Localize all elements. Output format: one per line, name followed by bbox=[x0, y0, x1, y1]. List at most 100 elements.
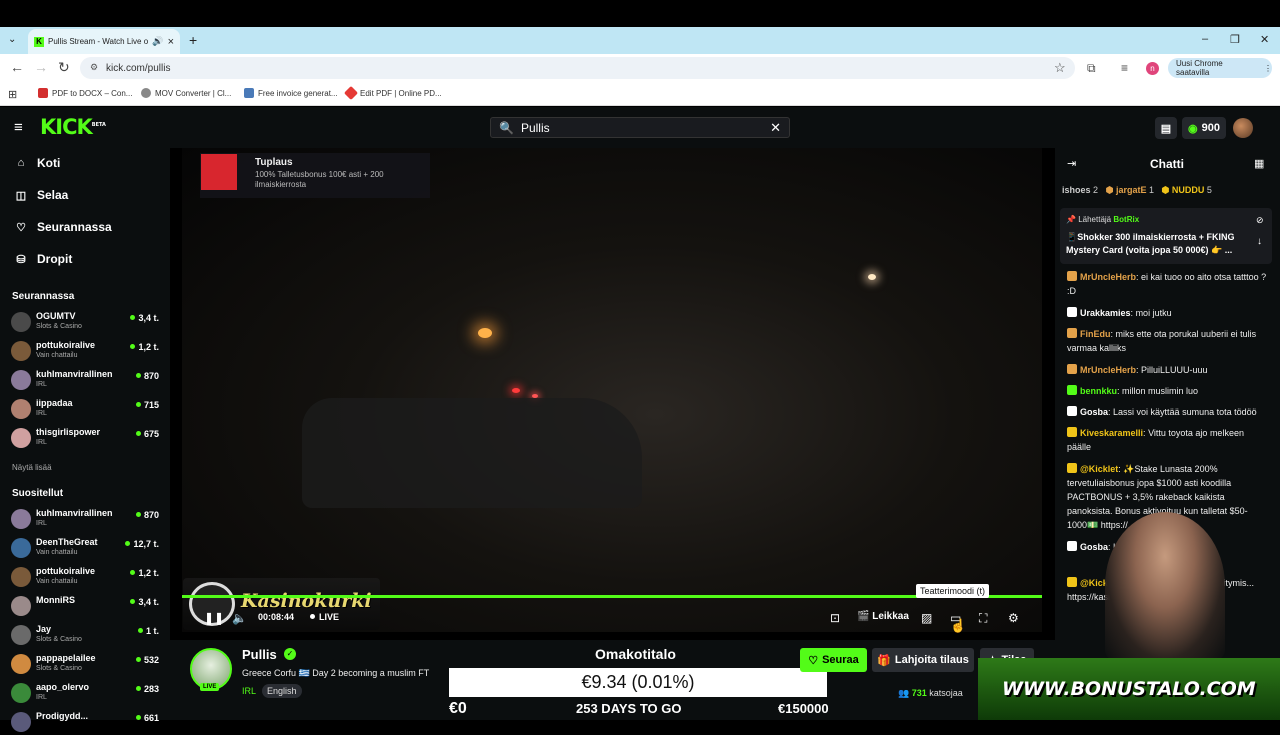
clip-button[interactable]: 🎬 Leikkaa bbox=[857, 611, 909, 622]
nav-browse[interactable]: ◫ Selaa bbox=[15, 188, 69, 202]
chat-username[interactable]: Gosba bbox=[1080, 542, 1108, 552]
chat-users-icon[interactable]: ▦ bbox=[1254, 157, 1264, 170]
channel-item[interactable]: OGUMTV Slots & Casino 3,4 t. bbox=[11, 309, 161, 335]
ad-banner[interactable]: Tuplaus 100% Talletusbonus 100€ asti + 2… bbox=[200, 153, 430, 198]
chat-message[interactable]: MrUncleHerb: PilluiLLUUU-uuu bbox=[1067, 363, 1267, 377]
nav-home[interactable]: ⌂ Koti bbox=[15, 156, 61, 170]
apps-icon[interactable]: ⊞ bbox=[8, 88, 17, 101]
badge-icon bbox=[1067, 271, 1077, 281]
channel-viewers: 12,7 t. bbox=[125, 539, 159, 549]
channel-item[interactable]: iippadaa IRL 715 bbox=[11, 396, 161, 422]
user-avatar[interactable] bbox=[1233, 118, 1253, 138]
channel-name: MonniRS bbox=[36, 595, 75, 605]
forward-icon[interactable]: → bbox=[34, 59, 48, 75]
video-player[interactable] bbox=[182, 148, 1042, 632]
chat-message[interactable]: Urakkamies: moi jutku bbox=[1067, 306, 1267, 320]
chat-message[interactable]: MrUncleHerb: ei kai tuoo oo aito otsa ta… bbox=[1067, 270, 1267, 298]
bookmark-4[interactable]: Edit PDF | Online PD... bbox=[343, 85, 442, 101]
back-icon[interactable]: ← bbox=[10, 59, 24, 75]
profile-avatar[interactable]: n bbox=[1146, 62, 1159, 75]
bookmark-2[interactable]: MOV Converter | Cl... bbox=[141, 88, 231, 98]
chat-username[interactable]: MrUncleHerb bbox=[1080, 272, 1136, 282]
channel-name: aapo_olervo bbox=[36, 682, 90, 692]
chat-message[interactable]: bennkku: millon muslimin luo bbox=[1067, 384, 1267, 398]
streamer-name[interactable]: Pullis bbox=[242, 647, 277, 662]
channel-item[interactable]: pottukoiralive Vain chattailu 1,2 t. bbox=[11, 338, 161, 364]
unpin-icon[interactable]: ⊘ bbox=[1256, 215, 1264, 226]
bookmark-star-icon[interactable]: ☆ bbox=[1054, 60, 1066, 76]
nav-following[interactable]: ♡ Seurannassa bbox=[15, 220, 112, 234]
clear-search-icon[interactable]: ✕ bbox=[770, 120, 781, 136]
chat-username[interactable]: Gosba bbox=[1080, 407, 1108, 417]
chat-username[interactable]: FinEdu bbox=[1080, 329, 1111, 339]
settings-gear-icon[interactable]: ⚙ bbox=[1008, 611, 1019, 625]
close-window-icon[interactable]: ✕ bbox=[1260, 33, 1269, 46]
pause-icon[interactable]: ❚❚ bbox=[204, 611, 224, 625]
follow-button[interactable]: ♡ Seuraa bbox=[800, 648, 867, 672]
captions-off-icon[interactable]: ▨ bbox=[921, 611, 932, 625]
channel-item[interactable]: kuhlmanvirallinen IRL 870 bbox=[11, 506, 161, 532]
volume-icon[interactable]: 🔈 bbox=[232, 611, 247, 625]
menu-icon[interactable]: ≡ bbox=[14, 119, 23, 136]
bookmark-3-label: Free invoice generat... bbox=[258, 88, 338, 98]
bookmark-1[interactable]: PDF to DOCX – Con... bbox=[38, 88, 132, 98]
chat-username[interactable]: @Kicklet bbox=[1080, 464, 1118, 474]
channel-avatar bbox=[11, 370, 31, 390]
chat-username[interactable]: Kiveskaramelli bbox=[1080, 428, 1143, 438]
more-icon[interactable]: ⋮ bbox=[1264, 64, 1272, 73]
audio-icon[interactable]: 🔊 bbox=[152, 36, 163, 47]
leader-3[interactable]: NUDDU 5 bbox=[1172, 185, 1212, 195]
leader-1[interactable]: ishoes 2 bbox=[1062, 185, 1098, 195]
address-bar[interactable]: kick.com/pullis bbox=[80, 57, 1075, 79]
tab-close-icon[interactable]: × bbox=[168, 36, 174, 48]
expand-pin-icon[interactable]: ↓ bbox=[1257, 236, 1262, 247]
extensions-icon[interactable]: ⧉ bbox=[1087, 61, 1096, 76]
chat-message[interactable]: Gosba: Lassi voi käyttää sumuna tota töd… bbox=[1067, 405, 1267, 419]
site-info-icon[interactable]: ⚙ bbox=[90, 62, 98, 73]
heart-icon: ♡ bbox=[16, 221, 26, 234]
chat-message[interactable]: Kiveskaramelli: Vittu toyota ajo melkeen… bbox=[1067, 426, 1267, 454]
chat-username[interactable]: bennkku bbox=[1080, 386, 1117, 396]
minimize-icon[interactable]: – bbox=[1202, 33, 1208, 45]
ad-title: Tuplaus bbox=[255, 157, 293, 168]
reload-icon[interactable]: ↻ bbox=[58, 59, 70, 76]
channel-item[interactable]: thisgirlispower IRL 675 bbox=[11, 425, 161, 451]
reading-list-icon[interactable]: ≡ bbox=[1121, 61, 1128, 75]
channel-item[interactable]: DeenTheGreat Vain chattailu 12,7 t. bbox=[11, 535, 161, 561]
pin-icon: 📌 bbox=[1066, 215, 1076, 224]
nav-drops[interactable]: ⛁ Dropit bbox=[15, 252, 72, 266]
browser-tab[interactable]: K Pullis Stream - Watch Live o 🔊 × bbox=[28, 29, 180, 54]
search-input[interactable]: 🔍 Pullis ✕ bbox=[490, 117, 790, 138]
category-tag[interactable]: IRL bbox=[242, 686, 256, 696]
cloud-icon bbox=[141, 88, 151, 98]
gift-sub-button[interactable]: 🎁 Lahjoita tilaus bbox=[872, 648, 974, 672]
fullscreen-icon[interactable]: ⛶ bbox=[979, 611, 987, 626]
library-button[interactable]: ▤ bbox=[1155, 117, 1177, 139]
channel-item[interactable]: kuhlmanvirallinen IRL 870 bbox=[11, 367, 161, 393]
channel-item[interactable]: Prodigydd... 661 bbox=[11, 709, 161, 735]
chrome-update-button[interactable]: Uusi Chrome saatavilla ⋮ bbox=[1168, 58, 1272, 78]
new-tab-icon[interactable]: + bbox=[189, 32, 197, 48]
channel-item[interactable]: pappapelailee Slots & Casino 532 bbox=[11, 651, 161, 677]
progress-bar[interactable] bbox=[182, 595, 1042, 598]
channel-item[interactable]: pottukoiralive Vain chattailu 1,2 t. bbox=[11, 564, 161, 590]
miniplayer-icon[interactable]: ⊡ bbox=[830, 611, 840, 625]
tab-search-icon[interactable]: ⌄ bbox=[8, 34, 16, 45]
restore-icon[interactable]: ❐ bbox=[1230, 33, 1240, 46]
collapse-chat-icon[interactable]: ⇥ bbox=[1067, 157, 1076, 170]
channel-item[interactable]: MonniRS 3,4 t. bbox=[11, 593, 161, 619]
kicks-balance-button[interactable]: ◉ 900 bbox=[1182, 117, 1226, 139]
leader-2[interactable]: jargatE 1 bbox=[1116, 185, 1154, 195]
channel-item[interactable]: aapo_olervo IRL 283 bbox=[11, 680, 161, 706]
kicks-icon: ◉ bbox=[1188, 122, 1198, 135]
goal-title: Omakotitalo bbox=[595, 646, 676, 662]
chat-username[interactable]: Urakkamies bbox=[1080, 308, 1131, 318]
kick-logo[interactable]: KICKBETA bbox=[40, 115, 106, 139]
channel-item[interactable]: Jay Slots & Casino 1 t. bbox=[11, 622, 161, 648]
chat-username[interactable]: MrUncleHerb bbox=[1080, 365, 1136, 375]
channel-name: kuhlmanvirallinen bbox=[36, 508, 113, 518]
language-tag[interactable]: English bbox=[262, 684, 302, 698]
chat-message[interactable]: FinEdu: miks ette ota porukal uuberii ei… bbox=[1067, 327, 1267, 355]
show-more-link[interactable]: Näytä lisää bbox=[12, 463, 52, 472]
bookmark-3[interactable]: Free invoice generat... bbox=[244, 88, 338, 98]
